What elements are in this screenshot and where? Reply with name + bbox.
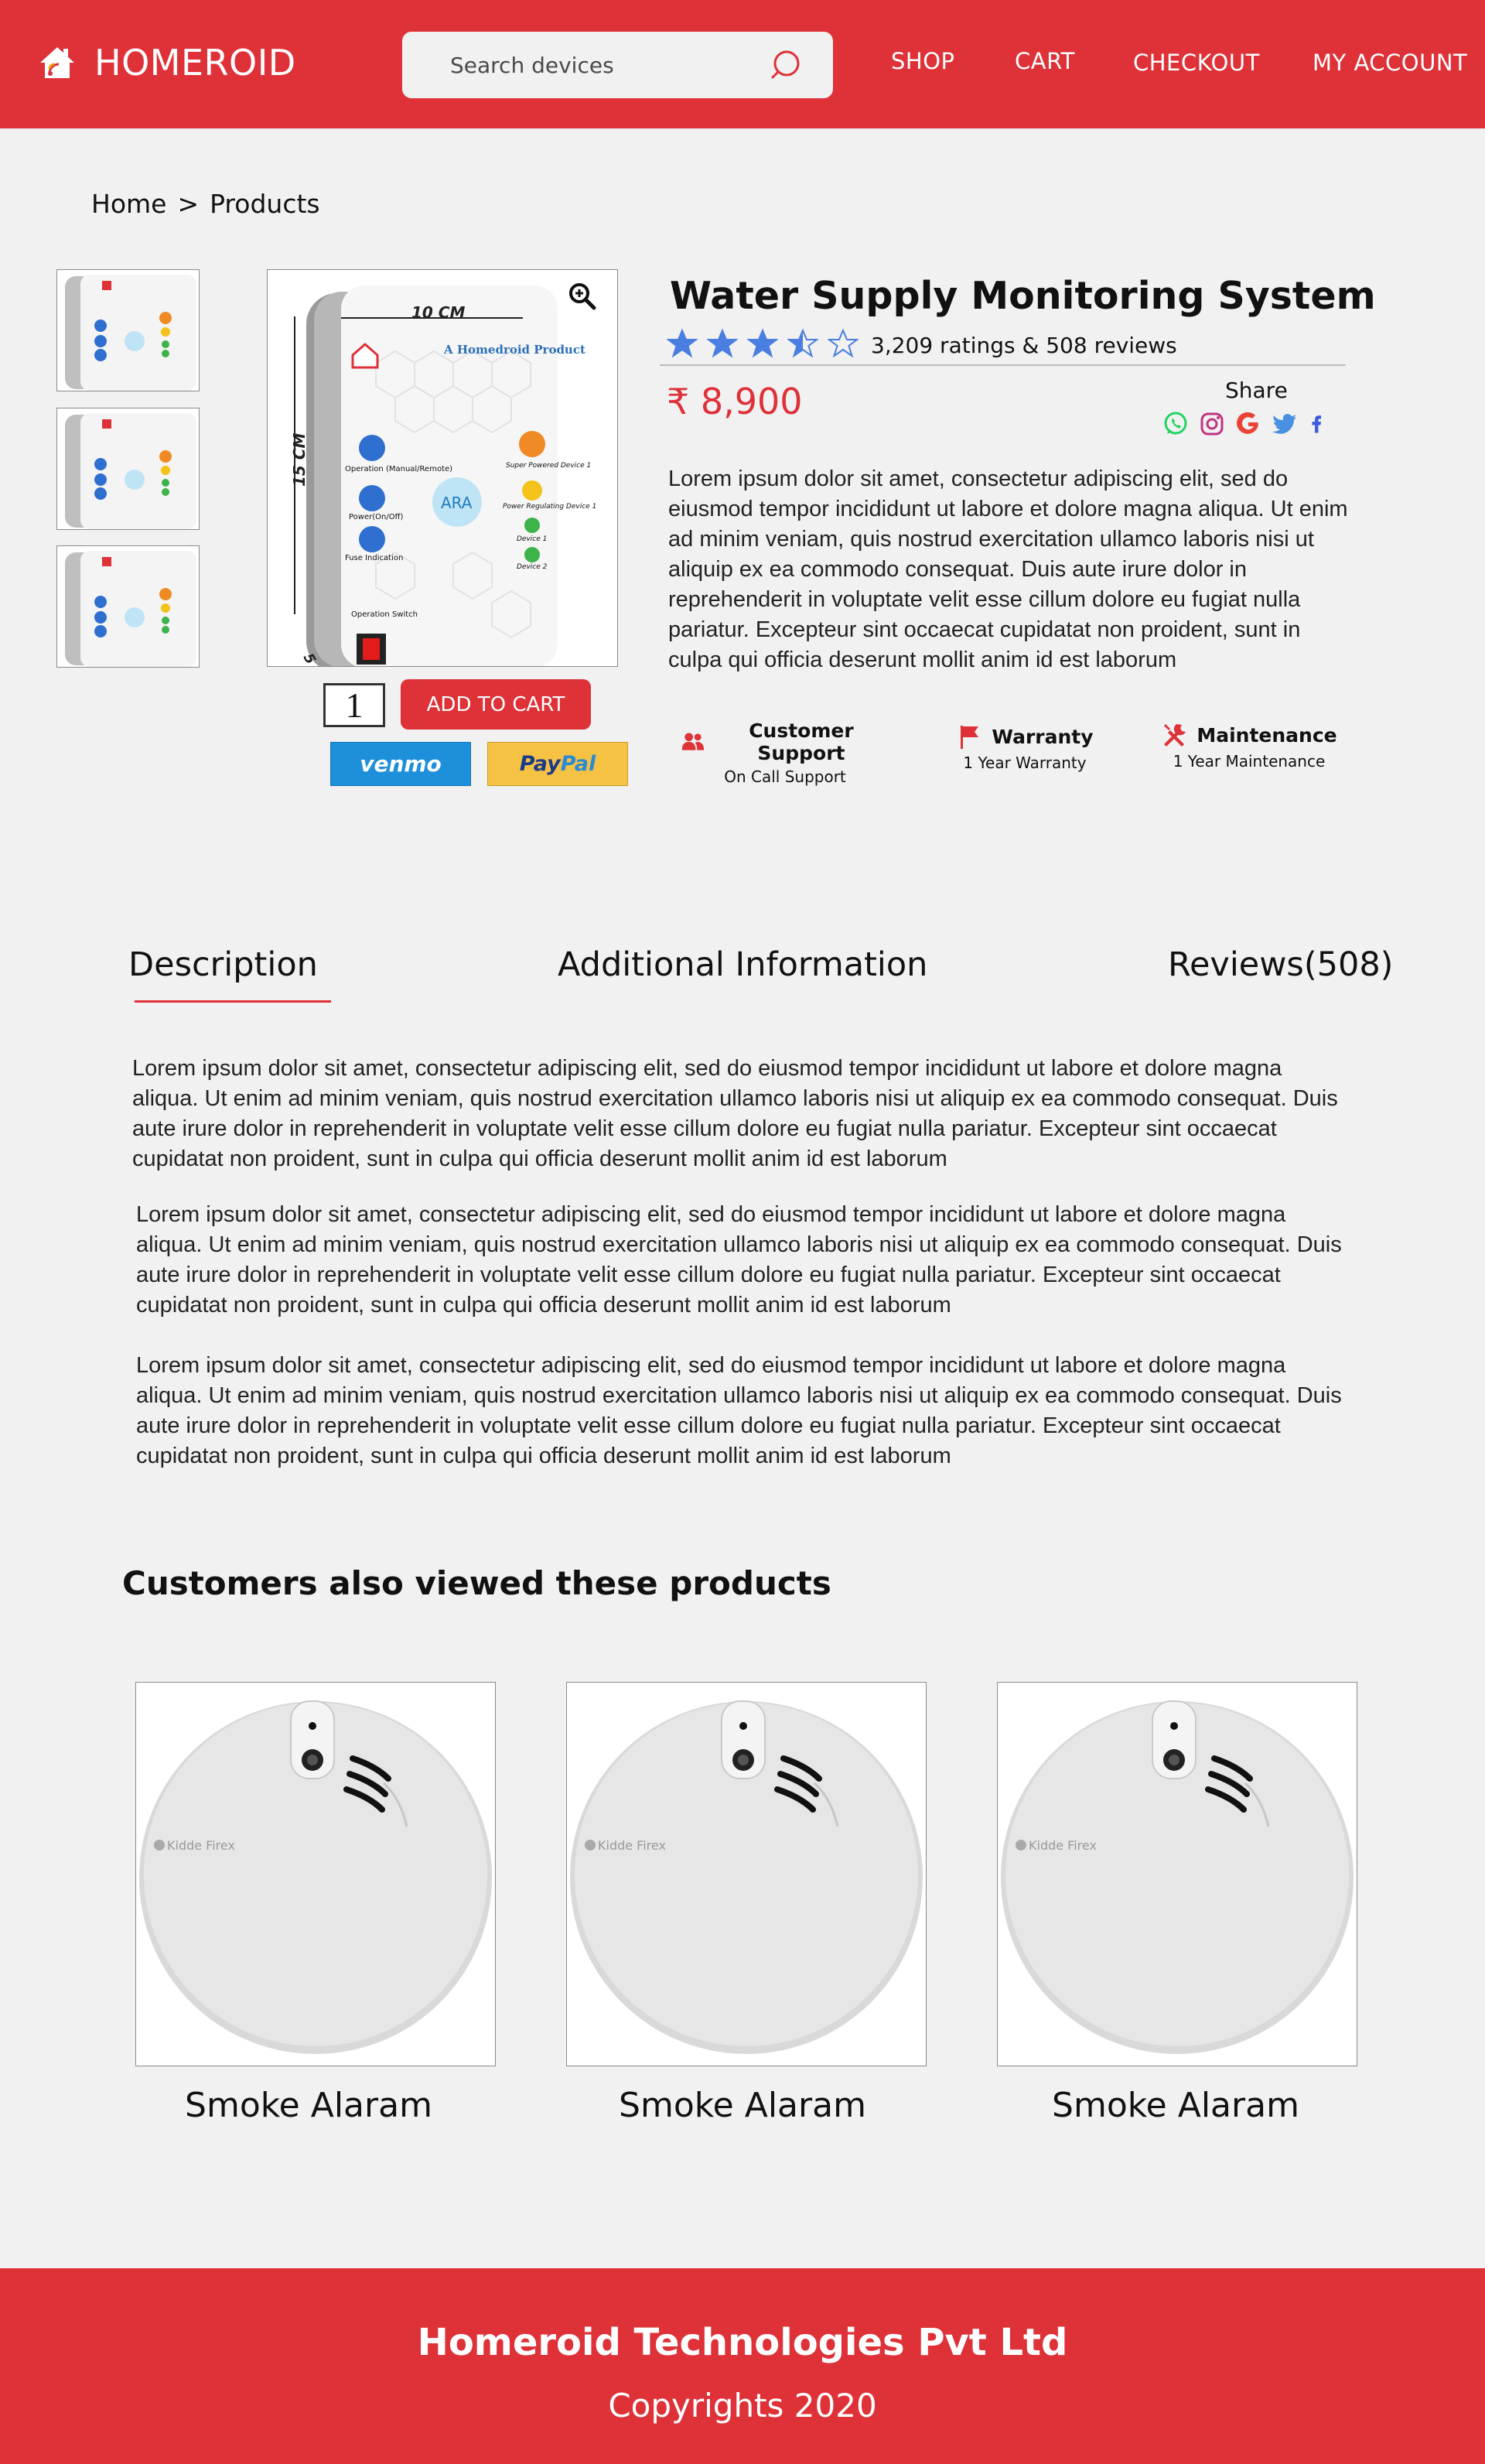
share-label: Share [1225,378,1288,403]
dim-width-label: 10 CM [411,303,465,322]
feature-warranty: Warranty 1 Year Warranty [944,723,1106,772]
device-thumbnail-image [65,275,196,391]
device-image: 10 CM 15 CM 5 CM A Homedroid Product Ope… [290,285,596,666]
site-footer: Homeroid Technologies Pvt Ltd Copyrights… [0,2268,1485,2464]
breadcrumb: Home > Products [91,189,320,219]
star-empty-icon[interactable] [828,328,859,359]
nav-my-account[interactable]: MY ACCOUNT [1313,50,1467,76]
whatsapp-icon[interactable] [1162,410,1190,438]
home-logo-icon [40,47,74,78]
left-label: Operation (Manual/Remote) [345,465,452,473]
product-card-image[interactable]: Kidde Firex [997,1682,1357,2066]
logo-text: HOMEROID [94,42,296,84]
product-card-name[interactable]: Smoke Alaram [995,2086,1356,2125]
zoom-in-icon[interactable] [567,281,598,312]
star-full-icon[interactable] [707,328,738,359]
divider [660,364,1346,366]
breadcrumb-separator: > [177,189,200,219]
active-tab-indicator [135,1000,331,1003]
feature-title: Warranty [992,725,1094,748]
tab-additional-information[interactable]: Additional Information [558,945,927,984]
dim-height-label: 15 CM [290,433,309,487]
feature-subtitle: 1 Year Maintenance [1173,752,1326,771]
feature-title: Customer Support [749,719,854,764]
tools-icon [1164,724,1186,747]
smoke-alarm-image: Kidde Firex [1001,1700,1354,2054]
product-card-name[interactable]: Smoke Alaram [128,2086,489,2125]
facebook-icon[interactable] [1307,410,1327,438]
product-card-image[interactable]: Kidde Firex [135,1682,496,2066]
nav-checkout[interactable]: CHECKOUT [1133,50,1260,76]
smoke-alarm-image: Kidde Firex [570,1700,923,2054]
device-brand-label: A Homedroid Product [443,343,585,357]
breadcrumb-current[interactable]: Products [210,189,320,219]
paypal-pal-text: Pal [560,752,596,776]
quantity-input[interactable] [323,683,385,727]
breadcrumb-home[interactable]: Home [91,189,166,219]
left-label: Power(On/Off) [349,513,403,521]
star-half-icon[interactable] [787,328,818,359]
venmo-button[interactable]: venmo [330,742,471,786]
star-full-icon[interactable] [747,328,778,359]
device-thumbnail-image [65,413,196,529]
description-paragraph: Lorem ipsum dolor sit amet, consectetur … [136,1353,1342,1468]
search-input[interactable] [450,49,760,81]
right-label: Device 1 [517,535,547,543]
paypal-button[interactable]: Pay Pal [487,742,628,786]
tab-reviews[interactable]: Reviews(508) [1168,945,1393,984]
product-title: Water Supply Monitoring System [670,274,1376,318]
right-label: Power Regulating Device 1 [503,503,596,511]
google-icon[interactable] [1234,410,1262,438]
product-price: ₹ 8,900 [667,381,803,422]
nav-cart[interactable]: CART [1015,48,1075,74]
smoke-alarm-image: Kidde Firex [139,1700,492,2054]
product-card-image[interactable]: Kidde Firex [566,1682,927,2066]
feature-subtitle: 1 Year Warranty [963,754,1087,772]
product-thumbnail[interactable] [56,408,200,530]
description-paragraph: Lorem ipsum dolor sit amet, consectetur … [136,1202,1342,1317]
search-icon[interactable] [770,47,806,83]
site-header: HOMEROID SHOP CART CHECKOUT MY ACCOUNT [0,0,1485,128]
product-card-name[interactable]: Smoke Alaram [562,2086,923,2125]
left-label: Fuse Indication [345,554,403,562]
paypal-pay-text: Pay [519,752,561,776]
device-center-label: ARA [441,494,473,512]
product-thumbnail[interactable] [56,545,200,668]
flag-icon [961,726,979,749]
also-viewed-title: Customers also viewed these products [122,1564,831,1602]
product-main-image[interactable]: 10 CM 15 CM 5 CM A Homedroid Product Ope… [267,269,618,667]
feature-maintenance: Maintenance 1 Year Maintenance [1152,721,1346,771]
ratings-count[interactable]: 3,209 ratings & 508 reviews [871,333,1177,358]
search-box [402,32,833,98]
users-icon [681,733,705,750]
star-rating[interactable] [667,328,868,359]
left-label: Operation Switch [351,610,418,619]
twitter-icon[interactable] [1271,410,1299,438]
footer-company: Homeroid Technologies Pvt Ltd [417,2321,1068,2364]
feature-title: Maintenance [1197,723,1337,747]
product-description: Lorem ipsum dolor sit amet, consectetur … [668,466,1348,672]
add-to-cart-button[interactable]: ADD TO CART [401,679,591,730]
feature-subtitle: On Call Support [724,767,846,786]
right-label: Super Powered Device 1 [506,462,591,470]
star-full-icon[interactable] [667,328,698,359]
nav-shop[interactable]: SHOP [891,48,955,74]
share-icons [1162,410,1336,438]
right-label: Device 2 [517,563,548,571]
smoke-alarm-brand: Kidde Firex [1029,1838,1097,1853]
smoke-alarm-brand: Kidde Firex [598,1838,666,1853]
device-thumbnail-image [65,551,196,667]
product-thumbnail[interactable] [56,269,200,391]
smoke-alarm-brand: Kidde Firex [167,1838,235,1853]
instagram-icon[interactable] [1198,410,1226,438]
footer-copyright: Copyrights 2020 [608,2387,877,2425]
tab-description[interactable]: Description [128,945,318,984]
feature-customer-support: Customer Support On Call Support [681,719,889,786]
logo[interactable]: HOMEROID [37,42,296,84]
description-paragraph: Lorem ipsum dolor sit amet, consectetur … [132,1056,1338,1171]
